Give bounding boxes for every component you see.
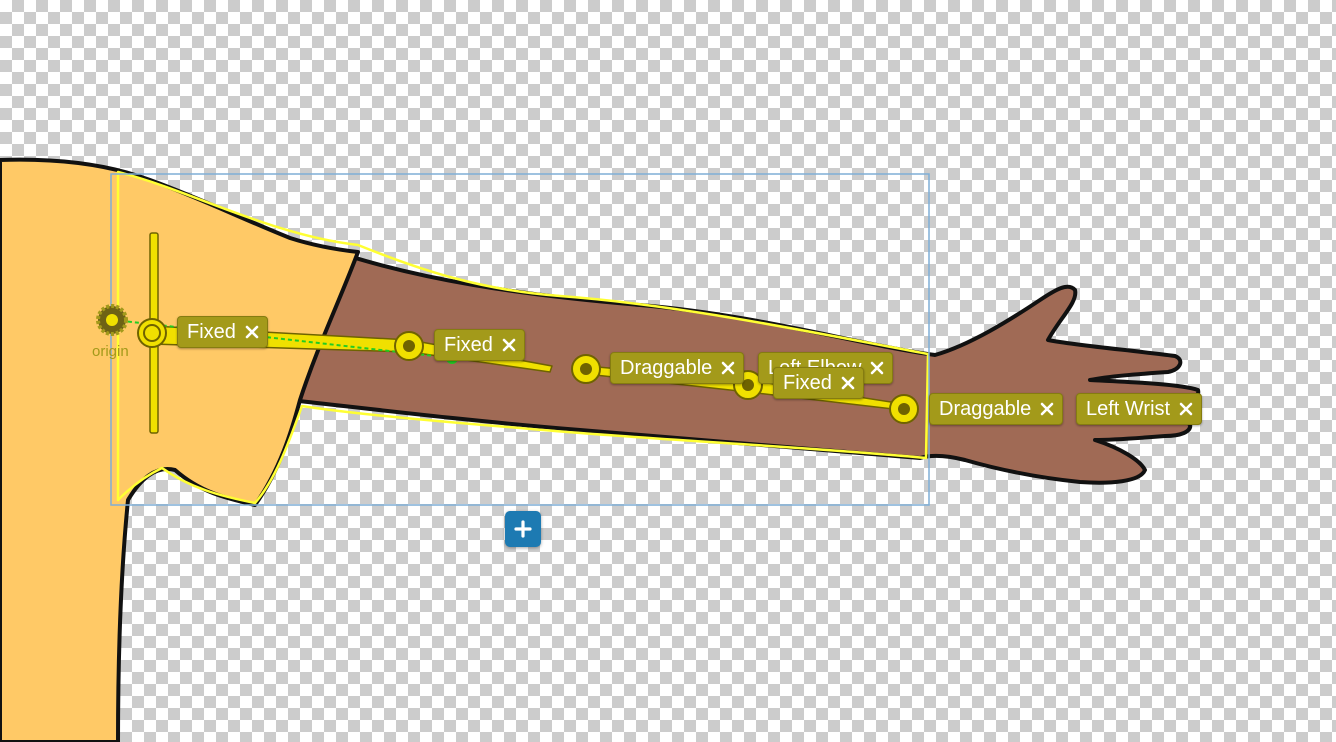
origin-label: origin (92, 343, 129, 360)
tag-label: Fixed (187, 321, 236, 343)
forearm-artwork (288, 248, 1201, 485)
origin-icon[interactable] (96, 304, 128, 336)
handle-tag-fixed[interactable]: Fixed (773, 367, 864, 399)
tag-label: Draggable (620, 357, 713, 379)
close-icon[interactable] (500, 336, 518, 354)
close-icon[interactable] (1038, 400, 1056, 418)
handle-icon[interactable] (889, 394, 919, 424)
handle-icon[interactable] (137, 318, 167, 348)
close-icon[interactable] (719, 359, 737, 377)
close-icon[interactable] (243, 323, 261, 341)
handle-tag-draggable[interactable]: Draggable (929, 393, 1064, 425)
plus-icon (514, 520, 532, 538)
close-icon[interactable] (839, 374, 857, 392)
puppet-canvas[interactable]: origin Fixed Fixed Draggable Left Elbow … (0, 0, 1336, 742)
tag-label: Draggable (939, 398, 1032, 420)
handle-tag-fixed[interactable]: Fixed (434, 329, 525, 361)
add-button[interactable] (505, 511, 541, 547)
tag-label: Left Wrist (1086, 398, 1171, 420)
handle-icon[interactable] (394, 331, 424, 361)
close-icon[interactable] (1177, 400, 1195, 418)
handle-icon[interactable] (571, 354, 601, 384)
handle-tag-fixed[interactable]: Fixed (177, 316, 268, 348)
tag-label: Fixed (783, 372, 832, 394)
tag-label: Fixed (444, 334, 493, 356)
close-icon[interactable] (868, 359, 886, 377)
handle-tag-left-wrist[interactable]: Left Wrist (1076, 393, 1203, 425)
handle-tag-draggable[interactable]: Draggable (610, 352, 745, 384)
sleeve-artwork (0, 157, 360, 742)
